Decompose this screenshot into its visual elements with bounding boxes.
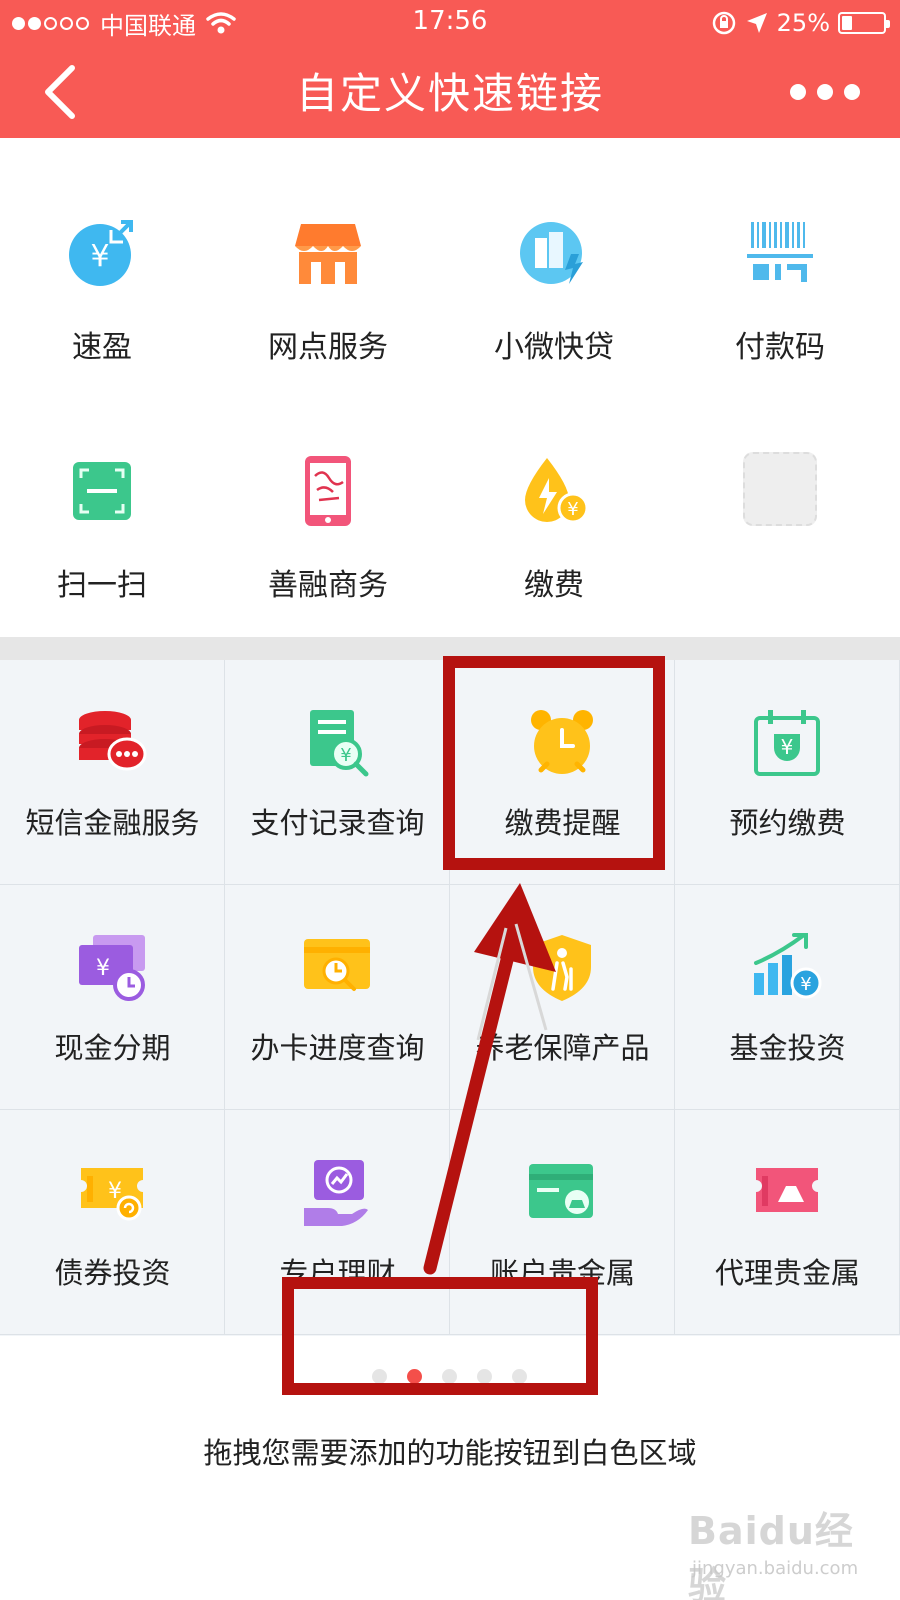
baidu-watermark: Baidu经验 jingyan.baidu.com [688,1500,888,1600]
watermark-url: jingyan.baidu.com [692,1558,859,1579]
annotation-arrow-icon [423,883,556,1275]
watermark-brand: Baidu经验 [688,1509,854,1600]
